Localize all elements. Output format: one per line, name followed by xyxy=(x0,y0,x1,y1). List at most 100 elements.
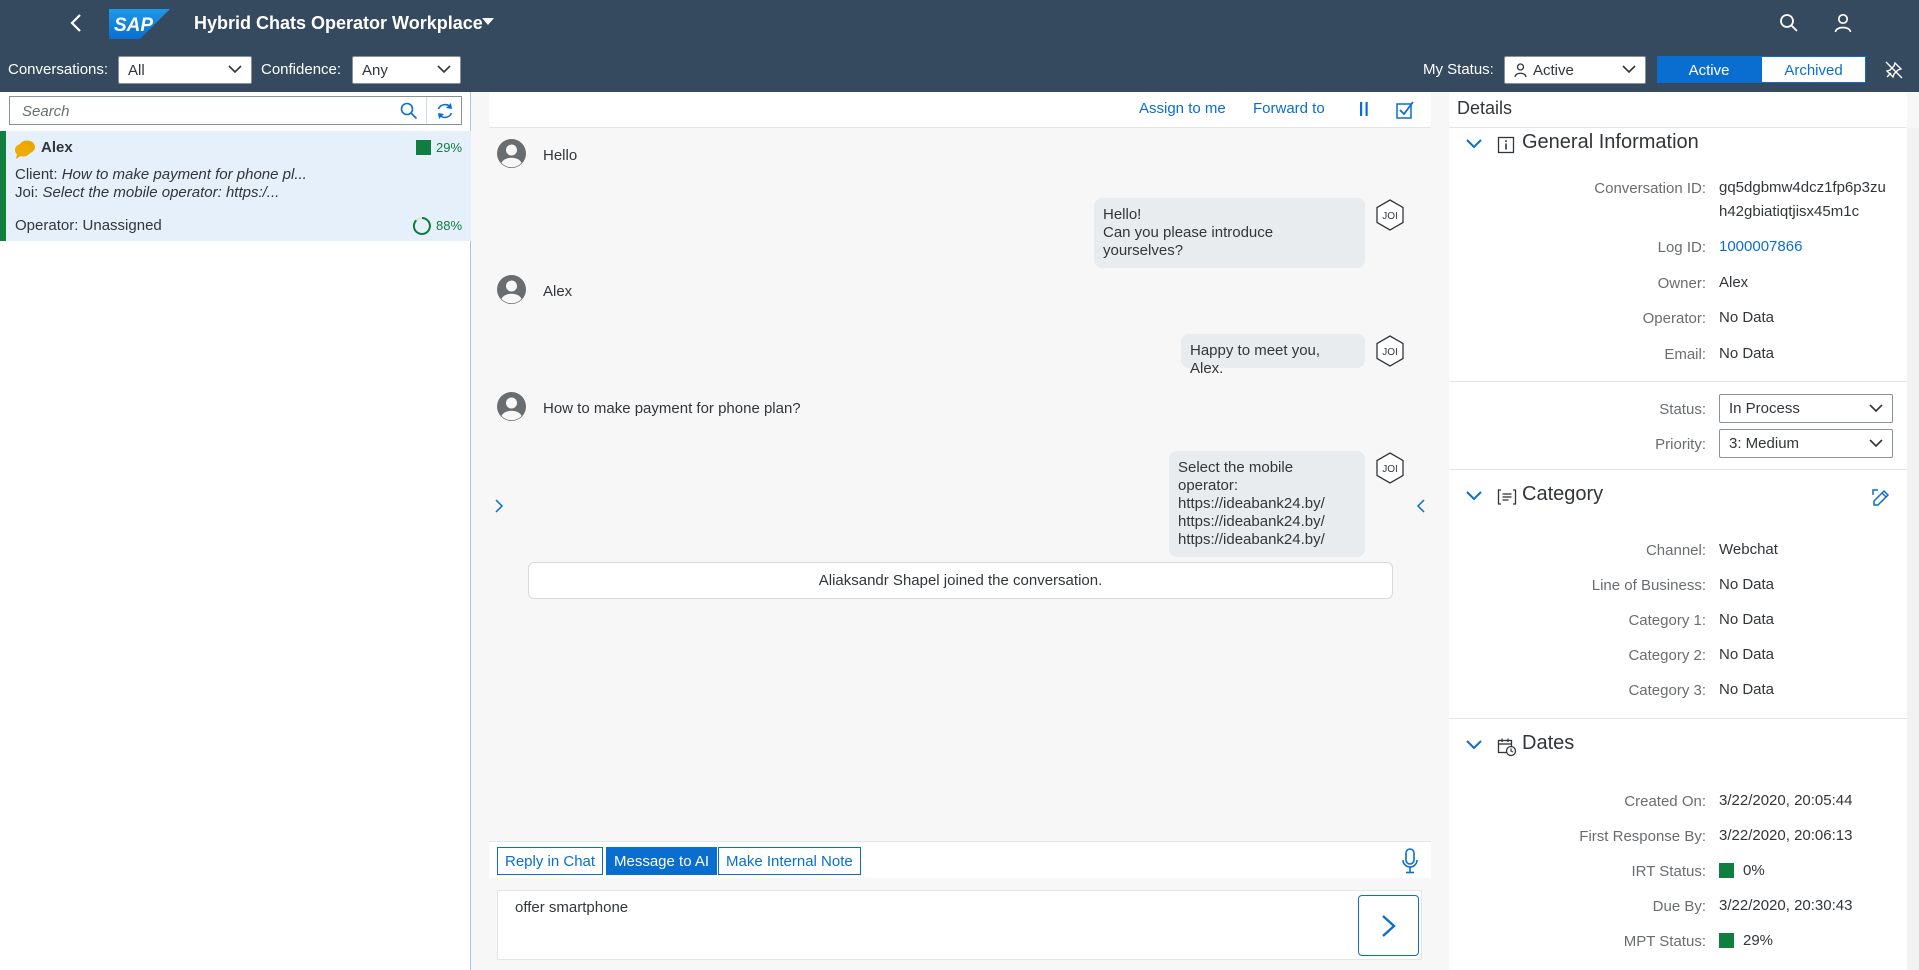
tab-message-to-ai[interactable]: Message to AI xyxy=(606,847,718,875)
information-icon xyxy=(1497,136,1515,154)
divider xyxy=(1449,718,1907,719)
complete-icon[interactable] xyxy=(1395,100,1415,120)
status-label: Status: xyxy=(1659,401,1706,418)
joi-bot-avatar-icon: JOI xyxy=(1376,335,1404,367)
send-button[interactable] xyxy=(1358,895,1419,956)
search-input[interactable]: Search xyxy=(9,96,462,125)
operator-value: No Data xyxy=(1719,309,1775,326)
channel-value: Webchat xyxy=(1719,541,1778,558)
operator-assignment: Operator: Unassigned xyxy=(15,217,162,234)
back-icon[interactable] xyxy=(66,12,88,34)
unpin-icon[interactable] xyxy=(1885,61,1903,79)
chat-pane: Assign to me Forward to Hello Hello! Can… xyxy=(489,92,1431,970)
forward-to-button[interactable]: Forward to xyxy=(1253,100,1325,117)
segment-active[interactable]: Active xyxy=(1657,56,1761,83)
confidence-label: Confidence: xyxy=(261,61,342,78)
category-2-value: No Data xyxy=(1719,646,1775,663)
mpt-status-value: 29% xyxy=(1743,932,1774,949)
mpt-status-square xyxy=(1719,933,1734,948)
section-title: General Information xyxy=(1522,131,1699,153)
conversation-name: Alex xyxy=(41,139,73,156)
section-general-information[interactable]: General Information xyxy=(1449,128,1907,162)
app-title[interactable]: Hybrid Chats Operator Workplace xyxy=(194,13,483,34)
due-by-label: Due By: xyxy=(1652,898,1706,915)
expand-right-icon[interactable] xyxy=(1416,498,1426,514)
section-category[interactable]: Category xyxy=(1449,480,1907,514)
line-of-business-label: Line of Business: xyxy=(1591,577,1706,594)
search-icon[interactable] xyxy=(400,102,418,120)
pause-icon[interactable] xyxy=(1358,100,1370,118)
user-avatar-icon xyxy=(497,275,526,304)
confidence-select[interactable]: Any xyxy=(352,56,461,84)
chevron-down-icon[interactable] xyxy=(1465,490,1483,502)
svg-text:SAP: SAP xyxy=(114,15,153,36)
conversation-id-label: Conversation ID: xyxy=(1594,180,1706,197)
segment-archived[interactable]: Archived xyxy=(1761,56,1866,83)
details-pane: Details General Information Conversation… xyxy=(1449,92,1907,970)
conversations-select[interactable]: All xyxy=(118,56,252,84)
user-icon[interactable] xyxy=(1833,13,1853,33)
chevron-down-icon[interactable] xyxy=(1465,138,1483,150)
confidence-percent: 29% xyxy=(436,140,463,155)
irt-status-square xyxy=(1719,863,1734,878)
confidence-status-square xyxy=(416,140,431,155)
conversation-list-pane: Search Alex 29% Client: How to make paym… xyxy=(0,92,471,970)
category-1-label: Category 1: xyxy=(1628,612,1706,629)
shell-bar: SAP Hybrid Chats Operator Workplace xyxy=(0,0,1919,46)
svg-text:JOI: JOI xyxy=(1382,211,1398,222)
my-status-select[interactable]: Active xyxy=(1504,56,1646,84)
chat-toolbar: Assign to me Forward to xyxy=(489,92,1431,128)
system-message: Aliaksandr Shapel joined the conversatio… xyxy=(528,562,1393,599)
microphone-icon[interactable] xyxy=(1401,848,1419,874)
expand-left-icon[interactable] xyxy=(494,498,504,514)
calendar-icon xyxy=(1497,738,1517,757)
bot-message: Happy to meet you, Alex. xyxy=(1181,334,1365,377)
status-value: In Process xyxy=(1729,400,1800,417)
search-icon[interactable] xyxy=(1779,13,1799,33)
conversation-list-item[interactable]: Alex 29% Client: How to make payment for… xyxy=(0,131,471,241)
chevron-down-icon[interactable] xyxy=(1465,739,1483,751)
progress-ring-icon xyxy=(412,217,431,235)
chevron-down-icon xyxy=(1869,404,1883,413)
status-select[interactable]: In Process xyxy=(1719,394,1893,423)
confidence-value: Any xyxy=(362,62,388,79)
message-input[interactable]: offer smartphone xyxy=(497,890,1422,960)
svg-text:JOI: JOI xyxy=(1382,347,1398,358)
edit-icon[interactable] xyxy=(1871,488,1891,508)
client-message: Alex xyxy=(543,283,573,300)
tab-reply-in-chat[interactable]: Reply in Chat xyxy=(497,847,604,875)
section-title: Category xyxy=(1522,483,1604,505)
priority-select[interactable]: 3: Medium xyxy=(1719,429,1893,458)
owner-value: Alex xyxy=(1719,274,1749,291)
chevron-down-icon[interactable] xyxy=(482,18,494,26)
joi-bot-avatar-icon: JOI xyxy=(1376,199,1404,231)
bot-message: Hello! Can you please introduce yourselv… xyxy=(1094,198,1365,268)
joi-bot-avatar-icon: JOI xyxy=(1376,452,1404,484)
category-3-value: No Data xyxy=(1719,681,1775,698)
details-scrollbar[interactable] xyxy=(1907,128,1919,970)
priority-value: 3: Medium xyxy=(1729,435,1800,452)
client-message: Hello xyxy=(543,147,578,164)
chevron-down-icon xyxy=(437,65,451,74)
section-dates[interactable]: Dates xyxy=(1449,729,1907,763)
log-id-link[interactable]: 1000007866 xyxy=(1719,235,1802,259)
tab-make-internal-note[interactable]: Make Internal Note xyxy=(718,847,861,875)
my-status-label: My Status: xyxy=(1423,61,1494,78)
refresh-icon[interactable] xyxy=(435,101,455,121)
first-response-by-value: 3/22/2020, 20:06:13 xyxy=(1719,827,1853,844)
irt-status-value: 0% xyxy=(1743,862,1765,879)
reply-mode-tabs: Reply in Chat Message to AI Make Interna… xyxy=(489,841,1431,878)
log-id-label: Log ID: xyxy=(1657,239,1706,256)
svg-text:JOI: JOI xyxy=(1382,464,1398,475)
filter-bar: Conversations: All Confidence: Any My St… xyxy=(0,46,1919,92)
assign-to-me-button[interactable]: Assign to me xyxy=(1139,100,1226,117)
email-value: No Data xyxy=(1719,345,1775,362)
owner-label: Owner: xyxy=(1657,275,1706,292)
message-input-value: offer smartphone xyxy=(515,899,629,916)
priority-label: Priority: xyxy=(1655,436,1706,453)
category-1-value: No Data xyxy=(1719,611,1775,628)
progress-percent: 88% xyxy=(436,218,463,233)
bot-message: Select the mobile operator: https://idea… xyxy=(1169,451,1365,557)
conversation-id-value: gq5dgbmw4dcz1fp6p3zu h42gbiatiqtjisx45m1c xyxy=(1719,179,1886,220)
user-avatar-icon xyxy=(497,139,526,168)
